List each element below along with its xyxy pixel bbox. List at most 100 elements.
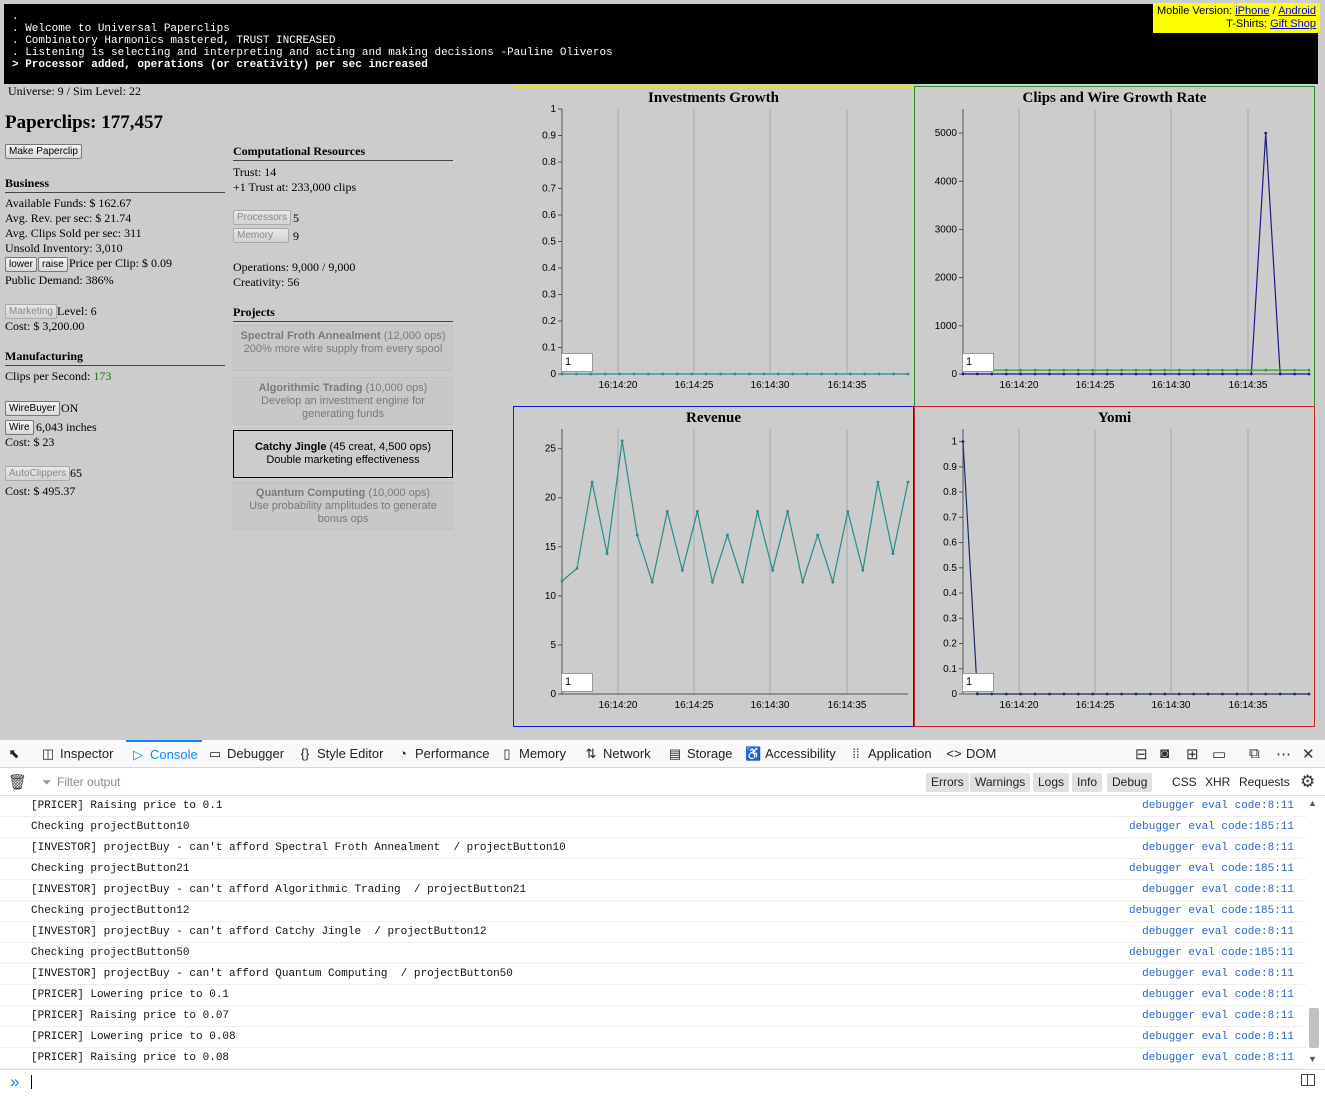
tab-storage[interactable]: ▤ Storage (667, 740, 733, 768)
project-cost: (10,000 ops) (362, 382, 428, 394)
filter-logs[interactable]: Logs (1033, 773, 1070, 792)
cps-value: 173 (93, 369, 112, 383)
tab-debugger[interactable]: ▭ Debugger (207, 740, 284, 768)
trash-icon[interactable]: 🗑 (8, 773, 27, 791)
application-icon: ⁞⁞ (852, 746, 860, 761)
android-link[interactable]: Android (1278, 5, 1316, 17)
filter-output-input[interactable]: Filter output (57, 775, 120, 789)
tab-performance[interactable]: ◔ Performance (395, 740, 489, 768)
measure-icon[interactable]: ▭ (1212, 745, 1226, 763)
console-scrollbar[interactable]: ▲ ▼ (1307, 796, 1321, 1069)
tab-memory[interactable]: ▯ Memory (499, 740, 566, 768)
tab-accessibility[interactable]: ♿ Accessibility (745, 740, 836, 768)
screenshot-icon[interactable]: ◙ (1160, 745, 1169, 762)
filter-info[interactable]: Info (1072, 773, 1103, 792)
tab-dom[interactable]: <> DOM (946, 740, 996, 768)
y-tick-label: 0.3 (943, 613, 957, 624)
data-point (1004, 692, 1008, 696)
processors-button[interactable]: Processors (233, 210, 292, 225)
log-source-link[interactable]: debugger eval code:8:11 (1142, 838, 1294, 858)
filter-xhr[interactable]: XHR (1200, 773, 1235, 792)
filter-icon: ⏷ (42, 775, 52, 789)
y-tick-label: 0.8 (542, 157, 556, 168)
x-tick-label: 16:14:25 (1076, 380, 1115, 391)
raise-price-button[interactable]: raise (38, 257, 68, 272)
log-source-link[interactable]: debugger eval code:8:11 (1142, 1006, 1294, 1026)
tab-console[interactable]: ▷ Console (126, 740, 202, 768)
y-tick-label: 15 (545, 542, 557, 553)
tab-picker[interactable]: ⬉ (6, 740, 26, 768)
revenue-chart: Revenue 16:14:20 16:14:25 16:14:30 16:14:35 0… (513, 406, 914, 727)
tab-network[interactable]: ⇅ Network (583, 740, 651, 768)
more-icon[interactable]: ⋯ (1276, 745, 1291, 763)
log-source-link[interactable]: debugger eval code:8:11 (1142, 1027, 1294, 1047)
buy-wire-button[interactable]: Wire (5, 420, 34, 435)
data-point (1120, 372, 1123, 376)
data-point (680, 568, 684, 572)
data-point (1019, 692, 1023, 696)
filter-warnings[interactable]: Warnings (970, 773, 1031, 792)
log-source-link[interactable]: debugger eval code:8:11 (1142, 985, 1294, 1005)
data-point (1033, 692, 1037, 696)
responsive-icon[interactable]: ⊟ (1135, 745, 1148, 763)
game-area: . . Welcome to Universal Paperclips . Co… (0, 0, 1325, 740)
wirebuyer-state: ON (61, 401, 79, 415)
filter-debug[interactable]: Debug (1107, 773, 1153, 792)
log-source-link[interactable]: debugger eval code:8:11 (1142, 880, 1294, 900)
autoclippers-button[interactable]: AutoClippers (5, 466, 71, 481)
lower-price-button[interactable]: lower (5, 257, 37, 272)
filter-css[interactable]: CSS (1167, 773, 1202, 792)
marketing-button[interactable]: Marketing (5, 304, 57, 319)
data-point (589, 372, 593, 376)
console-icon: ▷ (133, 747, 143, 762)
chart-window-input[interactable]: 1 (962, 673, 994, 692)
project-catchy-jingle[interactable]: Catchy Jingle (45 creat, 4,500 ops) Doub… (233, 430, 453, 478)
log-source-link[interactable]: debugger eval code:8:11 (1142, 1048, 1294, 1068)
console-input[interactable]: » (0, 1069, 1325, 1095)
tab-style-editor[interactable]: {} Style Editor (297, 740, 384, 768)
tab-application[interactable]: ⁞⁞ Application (848, 740, 931, 768)
log-source-link[interactable]: debugger eval code:185:11 (1129, 817, 1294, 837)
scroll-up-icon[interactable]: ▲ (1308, 798, 1317, 808)
tab-label: Console (150, 747, 198, 762)
make-paperclip-button[interactable]: Make Paperclip (5, 144, 82, 159)
log-source-link[interactable]: debugger eval code:8:11 (1142, 922, 1294, 942)
project-spectral-froth[interactable]: Spectral Froth Annealment (12,000 ops) 2… (233, 325, 453, 371)
series-line (963, 133, 1309, 375)
x-tick-label: 16:14:25 (675, 380, 714, 391)
tab-label: Inspector (60, 746, 114, 761)
settings-gear-icon[interactable]: ⚙ (1300, 772, 1315, 792)
scroll-thumb[interactable] (1309, 1008, 1319, 1048)
wirebuyer-button[interactable]: WireBuyer (5, 401, 60, 416)
log-source-link[interactable]: debugger eval code:8:11 (1142, 964, 1294, 984)
memory-button[interactable]: Memory (233, 228, 289, 243)
close-icon[interactable]: ✕ (1302, 745, 1315, 763)
game-message-console: . . Welcome to Universal Paperclips . Co… (4, 4, 1318, 84)
dock-icon[interactable]: ⧉ (1249, 745, 1260, 762)
tab-label: Debugger (227, 746, 285, 761)
log-source-link[interactable]: debugger eval code:185:11 (1129, 901, 1294, 921)
project-quantum-computing[interactable]: Quantum Computing (10,000 ops) Use proba… (233, 482, 453, 530)
split-console-icon[interactable] (1301, 1074, 1315, 1086)
log-source-link[interactable]: debugger eval code:185:11 (1129, 943, 1294, 963)
chart-window-input[interactable]: 1 (962, 353, 994, 372)
iphone-link[interactable]: iPhone (1235, 5, 1269, 17)
log-row: [INVESTOR] projectBuy - can't afford Qua… (0, 964, 1306, 985)
data-point (695, 510, 699, 513)
log-source-link[interactable]: debugger eval code:8:11 (1142, 796, 1294, 816)
log-message: Checking projectButton12 (31, 905, 190, 917)
data-point (1076, 372, 1080, 376)
scroll-down-icon[interactable]: ▼ (1308, 1054, 1317, 1064)
gift-shop-link[interactable]: Gift Shop (1270, 18, 1316, 30)
x-tick-label: 16:14:35 (828, 700, 867, 711)
project-algorithmic-trading[interactable]: Algorithmic Trading (10,000 ops) Develop… (233, 377, 453, 425)
rulers-icon[interactable]: ⊞ (1186, 745, 1199, 763)
filter-errors[interactable]: Errors (926, 773, 969, 792)
y-tick-label: 0 (951, 689, 957, 700)
tab-inspector[interactable]: ◫ Inspector (40, 740, 114, 768)
filter-requests[interactable]: Requests (1234, 773, 1295, 792)
log-source-link[interactable]: debugger eval code:185:11 (1129, 859, 1294, 879)
chart-window-input[interactable]: 1 (561, 353, 593, 372)
data-point (877, 372, 881, 376)
chart-window-input[interactable]: 1 (561, 673, 593, 692)
